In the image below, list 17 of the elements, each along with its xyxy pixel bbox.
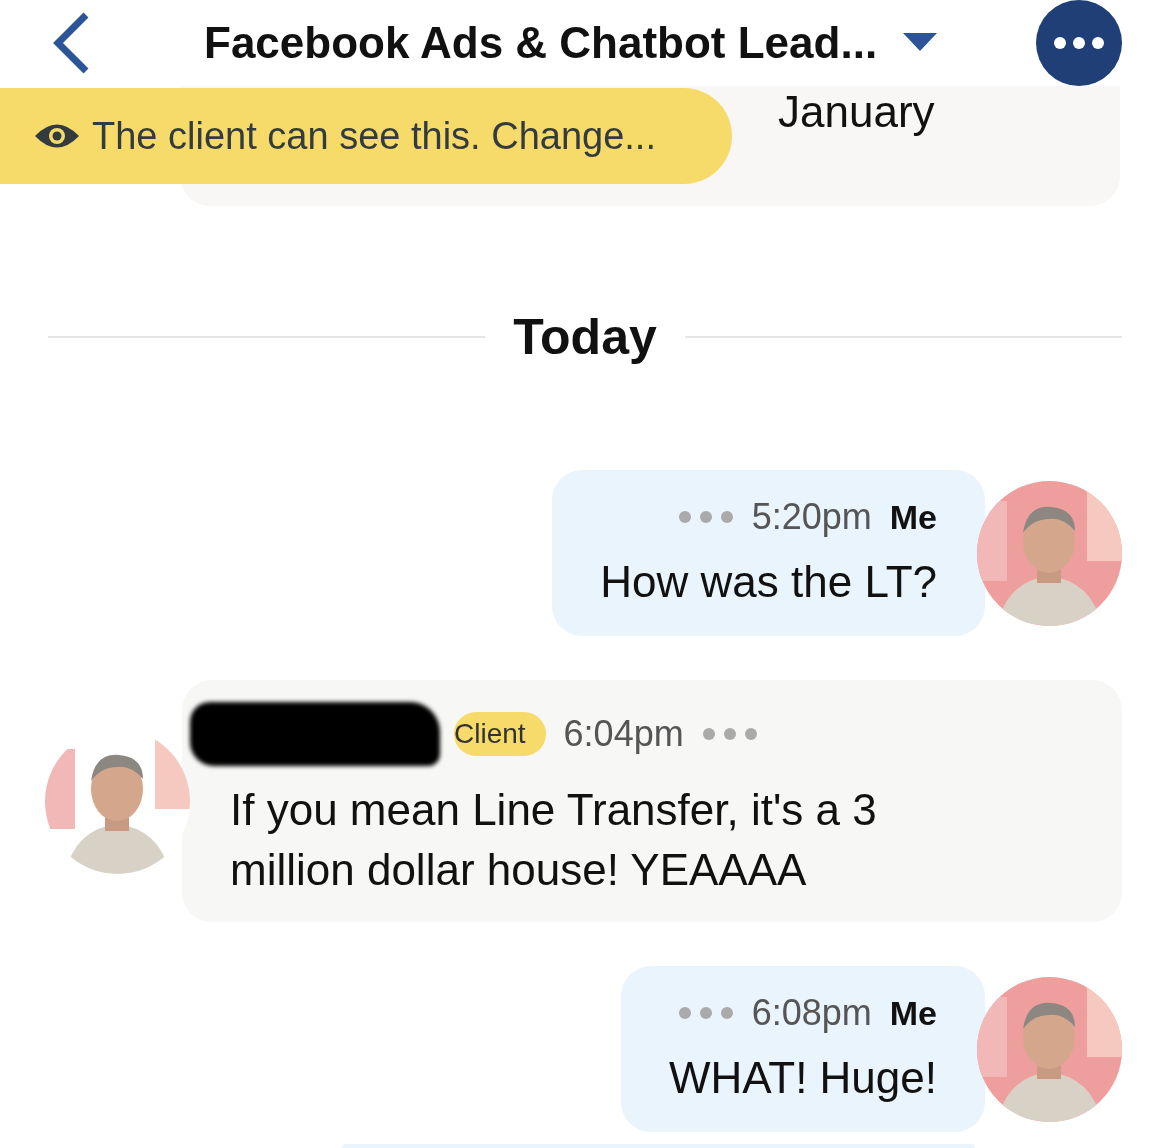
- caret-icon: [903, 33, 938, 53]
- day-divider-label: Today: [513, 308, 657, 366]
- conversation-title[interactable]: Facebook Ads & Chatbot Lead...: [204, 18, 878, 68]
- message-time: 6:04pm: [563, 713, 684, 755]
- message-text: If you mean Line Transfer, it's a 3 million dollar house! YEAAAA: [230, 784, 878, 896]
- message-text: How was the LT?: [600, 556, 937, 608]
- client-badge: Client: [454, 712, 546, 756]
- sender-name: Me: [889, 497, 937, 537]
- more-icon: [1054, 37, 1104, 49]
- visibility-banner[interactable]: The client can see this. Change...: [0, 88, 732, 184]
- message-time: 5:20pm: [751, 496, 872, 538]
- banner-text: The client can see this. Change...: [92, 114, 656, 158]
- message-text: January: [778, 86, 935, 138]
- dropdown-button[interactable]: [903, 33, 938, 53]
- sender-name: Me: [889, 993, 937, 1033]
- message-text: WHAT! Huge!: [668, 1052, 937, 1104]
- message-time: 6:08pm: [751, 992, 872, 1034]
